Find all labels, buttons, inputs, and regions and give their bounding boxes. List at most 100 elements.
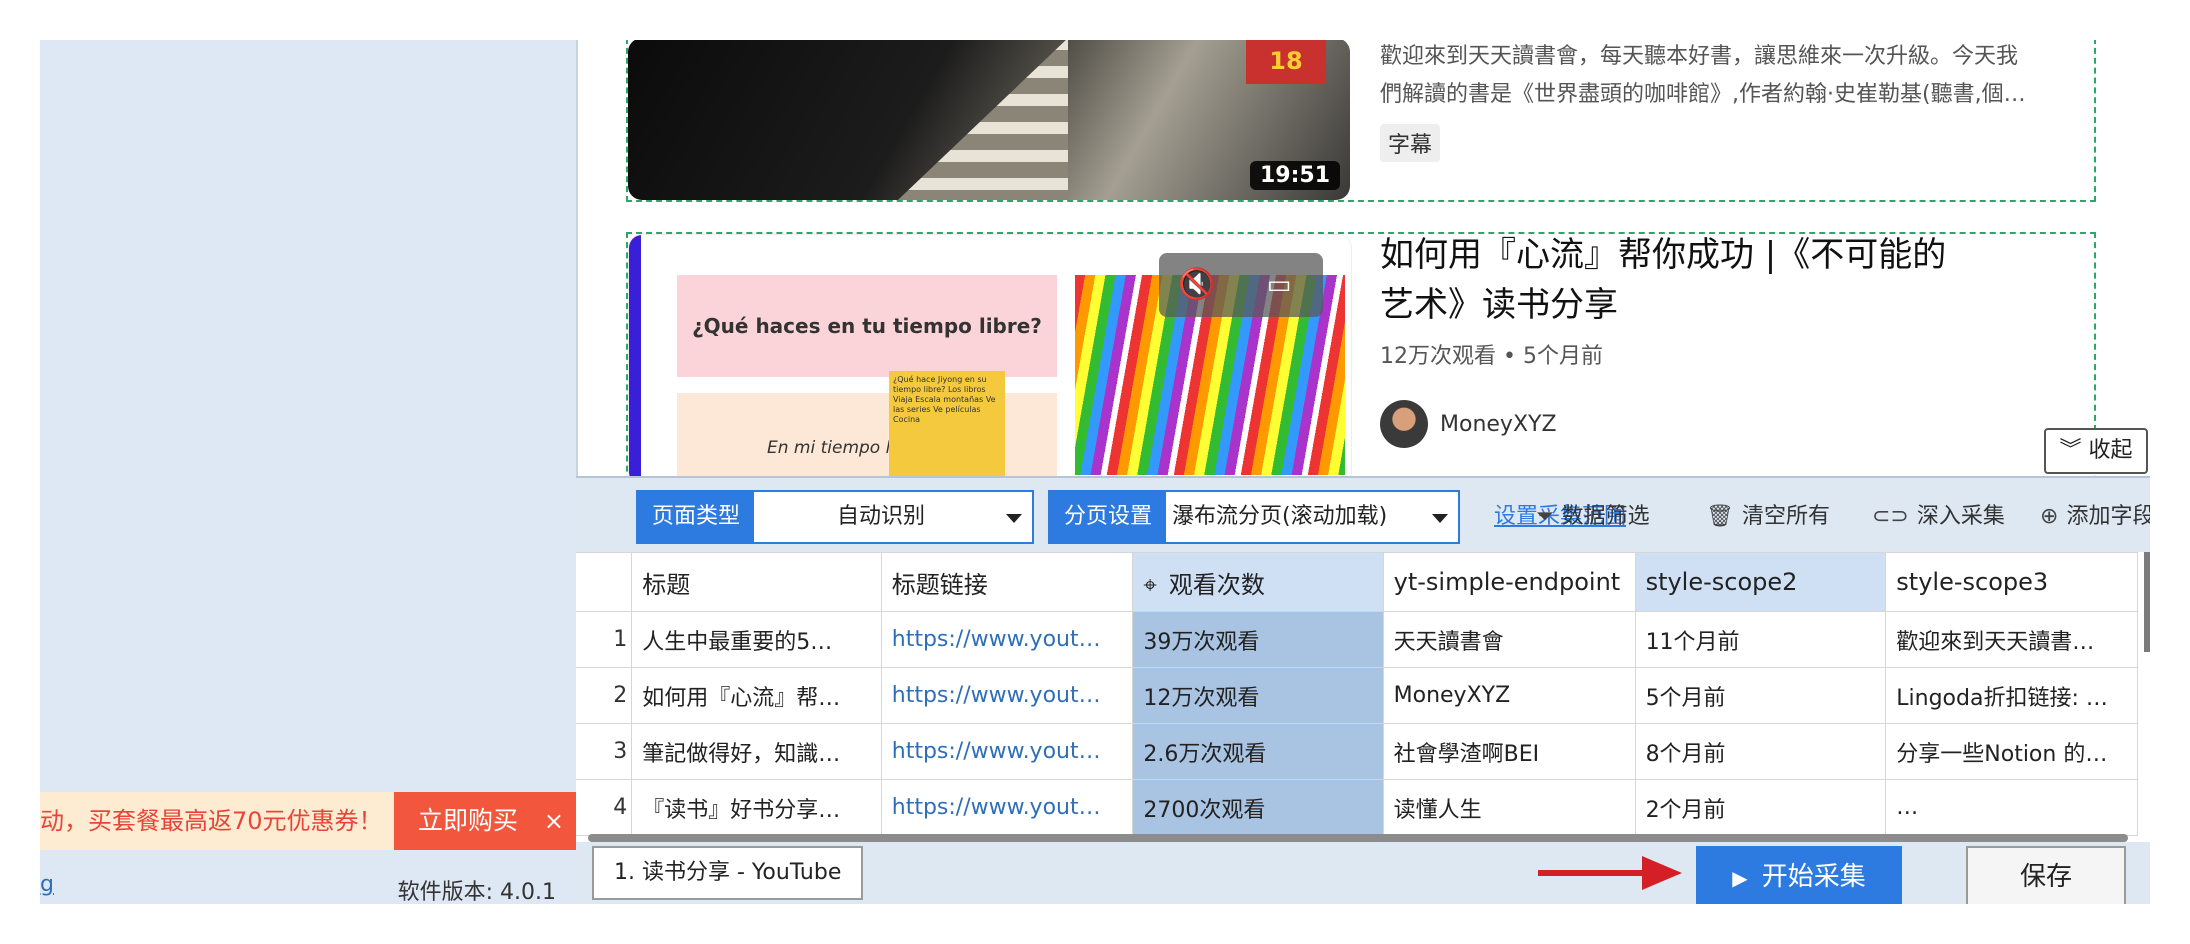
book-badge: 18	[1246, 40, 1326, 84]
table-cell-selected[interactable]: 39万次观看	[1132, 611, 1384, 668]
left-footer-link[interactable]: g	[40, 872, 54, 897]
table-cell-selected[interactable]: 12万次观看	[1132, 667, 1384, 724]
slide-accent-bar	[629, 235, 641, 476]
column-header[interactable]: style-scope3	[1885, 552, 2138, 612]
row-index: 2	[576, 667, 633, 724]
table-cell[interactable]: 8个月前	[1634, 723, 1887, 780]
description-line: 們解讀的書是《世界盡頭的咖啡館》,作者約翰·史崔勒基(聽書,個…	[1380, 82, 2026, 107]
task-tab[interactable]: 1. 读书分享 - YouTube	[592, 846, 864, 900]
table-cell[interactable]: 社會學渣啊BEI	[1382, 723, 1636, 780]
vertical-scrollbar[interactable]	[2144, 552, 2150, 652]
view-count: 12万次观看	[1380, 344, 1496, 369]
arrow-head	[1642, 856, 1682, 890]
table-cell[interactable]: 读懂人生	[1382, 779, 1636, 836]
caption-tag: 字幕	[1380, 124, 1441, 162]
link-icon: ⊂⊃	[1872, 504, 1909, 529]
upload-age: • 5个月前	[1503, 344, 1603, 369]
video-thumbnail[interactable]: 18 19:51	[628, 40, 1350, 200]
page-type-label: 页面类型	[638, 492, 755, 542]
table-cell[interactable]: 2个月前	[1634, 779, 1887, 836]
video-duration: 19:51	[1249, 161, 1340, 190]
video-thumbnail[interactable]: ¿Qué haces en tu tiempo libre? En mi tie…	[628, 234, 1352, 476]
table-row[interactable]: 1 人生中最重要的5… https://www.yout… 39万次观看 天天讀…	[576, 611, 2138, 668]
table-row[interactable]: 2 如何用『心流』帮… https://www.yout… 12万次观看 Mon…	[576, 667, 2138, 724]
chevron-down-icon: ︾	[2059, 438, 2082, 463]
promo-text: 动，买套餐最高返70元优惠券！	[40, 807, 383, 835]
start-collect-button[interactable]: ▶ 开始采集	[1696, 846, 1902, 904]
table-cell[interactable]: Lingoda折扣链接: …	[1885, 667, 2138, 724]
table-cell[interactable]: 如何用『心流』帮…	[631, 667, 882, 724]
paging-select[interactable]: 分页设置 瀑布流分页(滚动加载)	[1048, 490, 1460, 544]
paging-label: 分页设置	[1050, 492, 1167, 542]
start-collect-label: 开始采集	[1761, 862, 1866, 892]
clear-all-button[interactable]: 🗑 清空所有	[1706, 498, 1830, 530]
red-arrow-icon	[1538, 856, 1682, 890]
column-header[interactable]: style-scope2	[1634, 552, 1887, 612]
close-icon[interactable]: ×	[544, 792, 564, 850]
table-row[interactable]: 3 筆記做得好，知識… https://www.yout… 2.6万次观看 社會…	[576, 723, 2138, 780]
play-icon: ▶	[1732, 866, 1748, 890]
table-cell-selected[interactable]: 2.6万次观看	[1132, 723, 1384, 780]
column-header-index[interactable]	[576, 552, 633, 612]
table-cell-link[interactable]: https://www.yout…	[880, 779, 1134, 836]
collapse-button[interactable]: ︾ 收起	[2044, 428, 2148, 474]
title-line: 如何用『心流』帮你成功 |《不可能的	[1380, 235, 1947, 275]
clear-label: 清空所有	[1741, 504, 1830, 529]
dropdown-caret-icon	[1006, 514, 1022, 523]
data-table-panel[interactable]: 标题 标题链接 ⌖ 观看次数 yt-simple-endpoint style-s…	[576, 552, 2150, 842]
column-header[interactable]: 标题链接	[880, 552, 1134, 612]
filter-button[interactable]: ⏷ 数据筛选	[1536, 498, 1650, 530]
video-card[interactable]: ¿Qué haces en tu tiempo libre? En mi tie…	[626, 232, 2096, 476]
table-cell[interactable]: 筆記做得好，知識…	[631, 723, 882, 780]
sticky-note: ¿Qué hace Jiyong en su tiempo libre? Los…	[889, 371, 1005, 476]
table-cell[interactable]: MoneyXYZ	[1382, 667, 1636, 724]
deep-label: 深入采集	[1916, 504, 2005, 529]
table-cell[interactable]: 人生中最重要的5…	[631, 611, 882, 668]
table-cell[interactable]: 5个月前	[1634, 667, 1887, 724]
table-cell[interactable]: …	[1885, 779, 2138, 836]
table-cell[interactable]: 分享一些Notion 的…	[1885, 723, 2138, 780]
video-meta: 12万次观看 • 5个月前	[1380, 338, 1603, 370]
column-header[interactable]: yt-simple-endpoint	[1382, 552, 1636, 612]
horizontal-scrollbar[interactable]	[588, 834, 2128, 842]
page-type-select[interactable]: 页面类型 自动识别	[636, 490, 1034, 544]
column-header-selected[interactable]: ⌖ 观看次数	[1132, 552, 1384, 612]
table-cell[interactable]: 天天讀書會	[1382, 611, 1636, 668]
filter-icon: ⏷	[1536, 504, 1554, 529]
arrow-shaft	[1538, 870, 1648, 876]
table-cell[interactable]: 歡迎來到天天讀書…	[1885, 611, 2138, 668]
browser-preview[interactable]: 18 19:51 歡迎來到天天讀書會，每天聽本好書，讓思維來一次升級。今天我 們…	[576, 40, 2150, 476]
page-type-value[interactable]: 自动识别	[754, 492, 1032, 542]
channel-name[interactable]: MoneyXYZ	[1440, 412, 1557, 437]
table-cell-link[interactable]: https://www.yout…	[880, 723, 1134, 780]
avatar[interactable]	[1380, 400, 1428, 448]
paging-value[interactable]: 瀑布流分页(滚动加载)	[1166, 492, 1458, 542]
add-field-button[interactable]: ⊕ 添加字段	[2040, 498, 2150, 530]
table-cell-selected[interactable]: 2700次观看	[1132, 779, 1384, 836]
trash-icon: 🗑	[1706, 504, 1734, 529]
table-cell-link[interactable]: https://www.yout…	[880, 667, 1134, 724]
page-type-value-text: 自动识别	[837, 504, 926, 529]
table-header-row: 标题 标题链接 ⌖ 观看次数 yt-simple-endpoint style-s…	[576, 552, 2138, 612]
table-cell[interactable]: 『读书』好书分享…	[631, 779, 882, 836]
crosshair-icon[interactable]: ⌖	[1143, 571, 1157, 599]
buy-now-button[interactable]: 立即购买 ×	[394, 792, 576, 850]
version-label: 软件版本: 4.0.1	[397, 880, 556, 904]
table-cell-link[interactable]: https://www.yout…	[880, 611, 1134, 668]
column-header[interactable]: 标题	[631, 552, 882, 612]
video-card[interactable]: 18 19:51 歡迎來到天天讀書會，每天聽本好書，讓思維來一次升級。今天我 們…	[626, 40, 2096, 202]
title-line: 艺术》读书分享	[1380, 285, 1618, 325]
paging-value-text: 瀑布流分页(滚动加载)	[1172, 504, 1388, 529]
table-cell[interactable]: 11个月前	[1634, 611, 1887, 668]
data-table: 标题 标题链接 ⌖ 观看次数 yt-simple-endpoint style-s…	[576, 552, 2138, 836]
promo-banner: 动，买套餐最高返70元优惠券！ 立即购买 ×	[40, 792, 576, 850]
video-title[interactable]: 如何用『心流』帮你成功 |《不可能的 艺术》读书分享	[1380, 230, 1946, 330]
column-header-label: 观看次数	[1168, 570, 1265, 599]
description-line: 歡迎來到天天讀書會，每天聽本好書，讓思維來一次升級。今天我	[1380, 44, 2019, 69]
captions-icon[interactable]: ▭	[1257, 263, 1301, 307]
mute-icon[interactable]: 🔇	[1175, 263, 1219, 307]
save-button[interactable]: 保存	[1966, 846, 2126, 904]
bottom-bar: 1. 读书分享 - YouTube ▶ 开始采集 保存	[576, 842, 2150, 904]
table-row[interactable]: 4 『读书』好书分享… https://www.yout… 2700次观看 读懂…	[576, 779, 2138, 836]
deep-collect-button[interactable]: ⊂⊃ 深入采集	[1872, 498, 2005, 530]
